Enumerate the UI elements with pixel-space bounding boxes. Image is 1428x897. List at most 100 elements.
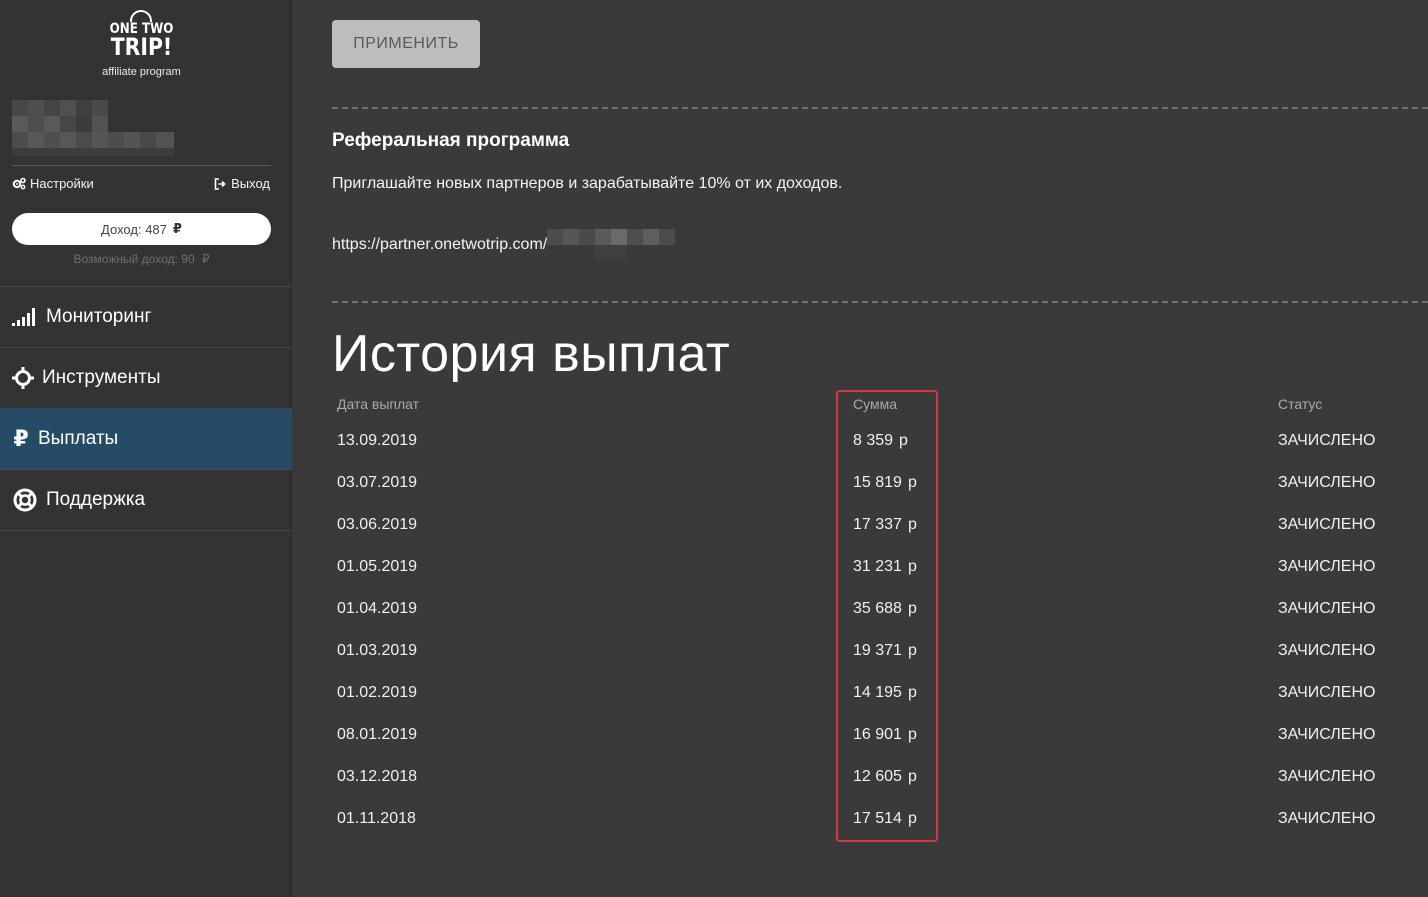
payout-currency: р xyxy=(907,642,917,659)
payout-currency: р xyxy=(907,474,917,491)
payout-history-title: История выплат xyxy=(332,325,731,383)
payout-currency: р xyxy=(907,768,917,785)
section-divider xyxy=(332,107,1428,109)
payout-status: ЗАЧИСЛЕНО xyxy=(1278,474,1376,491)
main-nav: Мониторинг Инструменты ₽ Выплаты Поддерж… xyxy=(0,286,292,531)
payout-date: 03.06.2019 xyxy=(337,516,418,533)
column-header-date: Дата выплат xyxy=(337,396,420,412)
main-content: ПРИМЕНИТЬ Реферальная программа Приглаша… xyxy=(292,0,1428,897)
payout-sum: 14 195 р xyxy=(853,684,917,702)
gears-icon xyxy=(12,177,26,190)
payout-currency: р xyxy=(907,726,917,743)
user-name-redacted xyxy=(12,100,174,156)
user-divider xyxy=(12,165,271,166)
table-row: 01.02.2019 14 195 р ЗАЧИСЛЕНО xyxy=(337,684,1428,726)
possible-income-label: Возможный доход: 90 xyxy=(73,252,195,266)
income-label: Доход: 487 xyxy=(101,221,167,237)
sign-out-icon xyxy=(214,177,226,190)
payout-date: 03.12.2018 xyxy=(337,768,418,785)
ruble-icon: ₽ xyxy=(201,252,210,266)
table-row: 03.07.2019 15 819 р ЗАЧИСЛЕНО xyxy=(337,474,1428,516)
settings-link[interactable]: Настройки xyxy=(12,176,94,191)
payout-currency: р xyxy=(907,558,917,575)
section-divider xyxy=(332,301,1428,303)
payout-amount: 19 371 xyxy=(853,642,902,659)
table-row: 03.06.2019 17 337 р ЗАЧИСЛЕНО xyxy=(337,516,1428,558)
nav-item-tools[interactable]: Инструменты xyxy=(0,348,292,409)
payout-sum: 35 688 р xyxy=(853,600,917,618)
payout-status: ЗАЧИСЛЕНО xyxy=(1278,810,1376,827)
signal-bars-icon xyxy=(12,304,38,330)
table-row: 01.04.2019 35 688 р ЗАЧИСЛЕНО xyxy=(337,600,1428,642)
payout-sum: 31 231 р xyxy=(853,558,917,576)
payout-date: 13.09.2019 xyxy=(337,432,418,449)
payout-amount: 8 359 xyxy=(853,432,894,449)
nav-item-label: Выплаты xyxy=(38,428,119,449)
logo-mark: ONE TWO TRIP! xyxy=(104,10,179,59)
payout-date: 01.02.2019 xyxy=(337,684,418,701)
payout-currency: р xyxy=(907,600,917,617)
settings-label: Настройки xyxy=(30,176,94,191)
payout-status: ЗАЧИСЛЕНО xyxy=(1278,642,1376,659)
possible-income: Возможный доход: 90 ₽ xyxy=(12,252,271,266)
apply-button[interactable]: ПРИМЕНИТЬ xyxy=(332,20,480,68)
nav-item-monitoring[interactable]: Мониторинг xyxy=(0,287,292,348)
nav-item-payouts[interactable]: ₽ Выплаты xyxy=(0,409,292,470)
brand-logo[interactable]: ONE TWO TRIP! affiliate program xyxy=(0,10,283,78)
payout-date: 01.04.2019 xyxy=(337,600,418,617)
payout-amount: 31 231 xyxy=(853,558,902,575)
referral-title: Реферальная программа xyxy=(332,130,570,151)
payout-sum: 8 359 р xyxy=(853,432,908,450)
table-row: 01.11.2018 17 514 р ЗАЧИСЛЕНО xyxy=(337,810,1428,852)
payout-status: ЗАЧИСЛЕНО xyxy=(1278,516,1376,533)
payout-amount: 16 901 xyxy=(853,726,902,743)
table-row: 03.12.2018 12 605 р ЗАЧИСЛЕНО xyxy=(337,768,1428,810)
payout-currency: р xyxy=(899,432,908,449)
table-row: 13.09.2019 8 359 р ЗАЧИСЛЕНО xyxy=(337,432,1428,474)
logo-text-line2: TRIP! xyxy=(110,33,173,61)
lifebuoy-icon xyxy=(12,487,38,513)
payout-amount: 12 605 xyxy=(853,768,902,785)
logout-label: Выход xyxy=(231,176,270,191)
payout-date: 08.01.2019 xyxy=(337,726,418,743)
table-row: 01.03.2019 19 371 р ЗАЧИСЛЕНО xyxy=(337,642,1428,684)
logout-link[interactable]: Выход xyxy=(214,176,270,191)
payout-currency: р xyxy=(907,684,917,701)
table-row: 01.05.2019 31 231 р ЗАЧИСЛЕНО xyxy=(337,558,1428,600)
nav-item-label: Инструменты xyxy=(42,367,161,388)
payout-sum: 16 901 р xyxy=(853,726,917,744)
payout-amount: 17 514 xyxy=(853,810,902,827)
payout-amount: 14 195 xyxy=(853,684,902,701)
payout-sum: 17 337 р xyxy=(853,516,917,534)
table-row: 08.01.2019 16 901 р ЗАЧИСЛЕНО xyxy=(337,726,1428,768)
nav-item-support[interactable]: Поддержка xyxy=(0,470,292,531)
payout-status: ЗАЧИСЛЕНО xyxy=(1278,558,1376,575)
payout-date: 03.07.2019 xyxy=(337,474,418,491)
income-badge: Доход: 487 ₽ xyxy=(12,213,271,245)
payout-amount: 15 819 xyxy=(853,474,902,491)
payout-status: ЗАЧИСЛЕНО xyxy=(1278,768,1376,785)
referral-code-redacted xyxy=(547,229,676,261)
payout-sum: 17 514 р xyxy=(853,810,917,828)
sidebar: ONE TWO TRIP! affiliate program Настройк… xyxy=(0,0,292,897)
payout-sum: 15 819 р xyxy=(853,474,917,492)
ruble-icon: ₽ xyxy=(13,426,29,451)
payout-date: 01.11.2018 xyxy=(337,810,416,827)
payout-status: ЗАЧИСЛЕНО xyxy=(1278,726,1376,743)
payout-sum: 12 605 р xyxy=(853,768,917,786)
payout-amount: 17 337 xyxy=(853,516,902,533)
ruble-icon: ₽ xyxy=(172,221,182,236)
payout-status: ЗАЧИСЛЕНО xyxy=(1278,432,1376,449)
referral-link-text: https://partner.onetwotrip.com/ xyxy=(332,235,548,253)
payout-sum: 19 371 р xyxy=(853,642,917,660)
referral-link[interactable]: https://partner.onetwotrip.com/ xyxy=(332,228,676,261)
payout-currency: р xyxy=(907,516,917,533)
logo-subtitle: affiliate program xyxy=(102,66,181,78)
payout-status: ЗАЧИСЛЕНО xyxy=(1278,684,1376,701)
payout-currency: р xyxy=(907,810,917,827)
column-header-status: Статус xyxy=(1278,396,1323,412)
nav-item-label: Мониторинг xyxy=(46,306,152,327)
column-header-sum: Сумма xyxy=(853,396,897,412)
payout-status: ЗАЧИСЛЕНО xyxy=(1278,600,1376,617)
referral-description: Приглашайте новых партнеров и зарабатыва… xyxy=(332,175,843,192)
